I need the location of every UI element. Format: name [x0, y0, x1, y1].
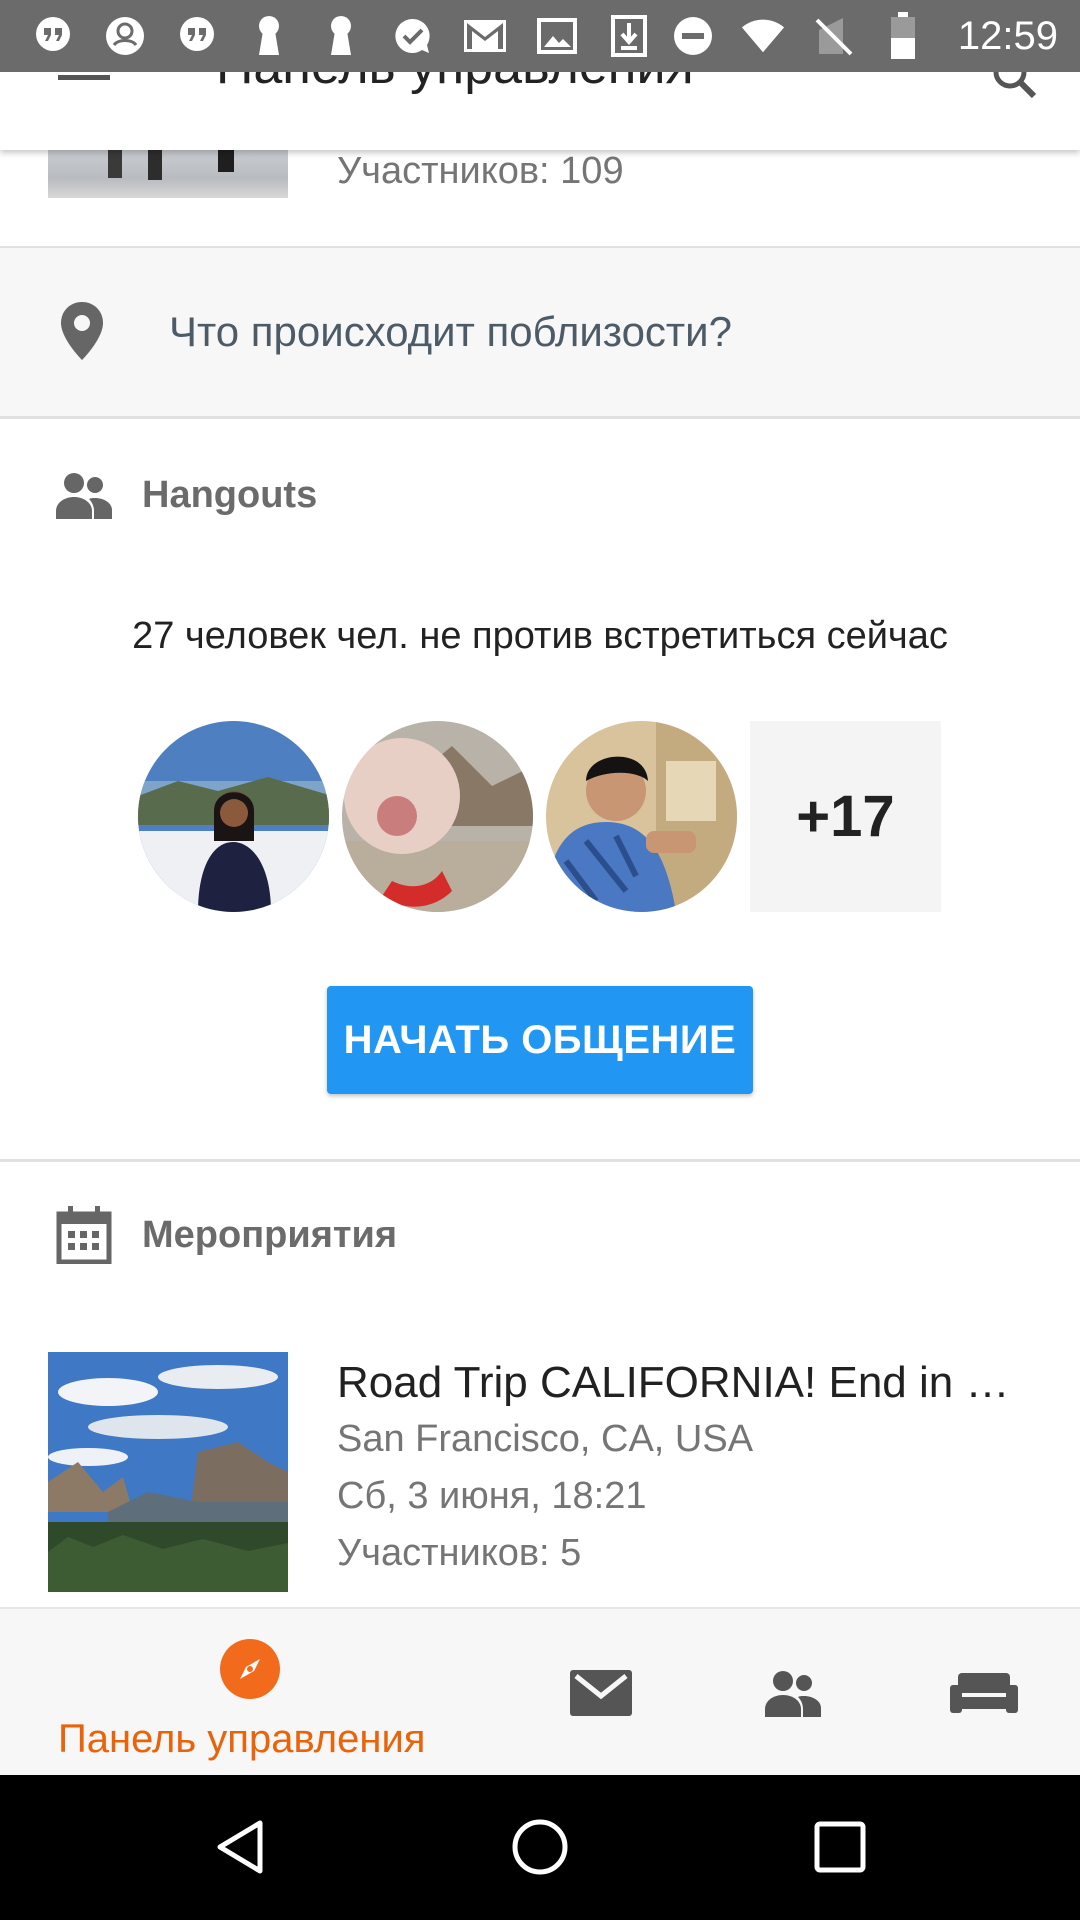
hangouts-subtitle: 27 человек чел. не против встретиться се…	[132, 615, 948, 657]
wifi-icon	[740, 13, 786, 59]
system-navigation-bar	[0, 1775, 1080, 1920]
people-icon	[56, 473, 112, 519]
calendar-icon	[56, 1206, 112, 1264]
page-title: Панель управления	[216, 72, 694, 96]
clock: 12:59	[957, 13, 1058, 58]
list-item[interactable]: Участников: 109	[0, 150, 1080, 246]
event-date: Сб, 3 июня, 18:21	[337, 1475, 647, 1517]
nav-item-people[interactable]	[753, 1663, 833, 1723]
event-title: Road Trip CALIFORNIA! End in …	[337, 1358, 1010, 1407]
couch-icon	[950, 1673, 1018, 1713]
search-icon[interactable]	[990, 72, 1040, 102]
check-bubble-icon	[390, 13, 436, 59]
section-title: Hangouts	[142, 473, 318, 516]
nav-item-hosting[interactable]	[944, 1663, 1024, 1723]
compass-icon	[220, 1639, 280, 1699]
no-sim-icon	[810, 13, 856, 59]
participants-count: Участников: 5	[337, 1532, 582, 1574]
download-icon	[606, 13, 652, 59]
hangouts-section: Hangouts 27 человек чел. не против встре…	[0, 419, 1080, 1159]
avatar[interactable]	[546, 721, 737, 912]
nearby-prompt: Что происходит поблизости?	[169, 308, 732, 355]
home-icon[interactable]	[510, 1817, 570, 1877]
mail-icon	[570, 1670, 632, 1716]
keyhole-icon	[246, 13, 292, 59]
participants-count: Участников: 109	[337, 150, 624, 192]
image-icon	[534, 13, 580, 59]
menu-icon[interactable]	[58, 72, 110, 82]
section-header: Hangouts	[56, 467, 317, 523]
event-thumbnail	[48, 1352, 288, 1592]
hangouts-quote-icon	[30, 13, 76, 59]
avatar[interactable]	[342, 721, 533, 912]
more-participants-badge[interactable]: +17	[750, 721, 941, 912]
nav-item-label: Панель управления	[58, 1717, 426, 1761]
keyhole-icon	[318, 13, 364, 59]
events-section: Мероприятия Road Trip CALIFORNIA! End in…	[0, 1162, 1080, 1607]
section-header: Мероприятия	[56, 1206, 397, 1264]
recent-apps-icon[interactable]	[810, 1817, 870, 1877]
app-icon	[102, 13, 148, 59]
notification-icons	[30, 13, 670, 59]
screen: 12:59 Панель управления Участников: 109 …	[0, 0, 1080, 1920]
avatar-row: +17	[138, 721, 941, 912]
nav-item-dashboard[interactable]: Панель управления	[40, 1639, 460, 1769]
section-title: Мероприятия	[142, 1213, 398, 1256]
event-thumbnail	[48, 150, 288, 198]
do-not-disturb-icon	[670, 13, 716, 59]
location-pin-icon	[58, 300, 110, 364]
bottom-navigation: Панель управления	[0, 1607, 1080, 1775]
battery-icon	[880, 12, 926, 59]
system-status-icons: 12:59	[670, 12, 1058, 59]
nav-item-messages[interactable]	[561, 1663, 641, 1723]
start-chat-button[interactable]: НАЧАТЬ ОБЩЕНИЕ	[327, 986, 753, 1094]
nearby-banner[interactable]: Что происходит поблизости?	[0, 248, 1080, 416]
gmail-icon	[462, 13, 508, 59]
people-icon	[765, 1671, 821, 1717]
hangouts-quote-icon	[174, 13, 220, 59]
avatar[interactable]	[138, 721, 329, 912]
event-list-item[interactable]: Road Trip CALIFORNIA! End in … San Franc…	[0, 1352, 1080, 1592]
status-bar: 12:59	[0, 0, 1080, 72]
event-location: San Francisco, CA, USA	[337, 1418, 754, 1460]
dashboard-content: Участников: 109 Что происходит поблизост…	[0, 150, 1080, 1607]
back-icon[interactable]	[210, 1817, 270, 1877]
app-bar: Панель управления	[0, 72, 1080, 150]
